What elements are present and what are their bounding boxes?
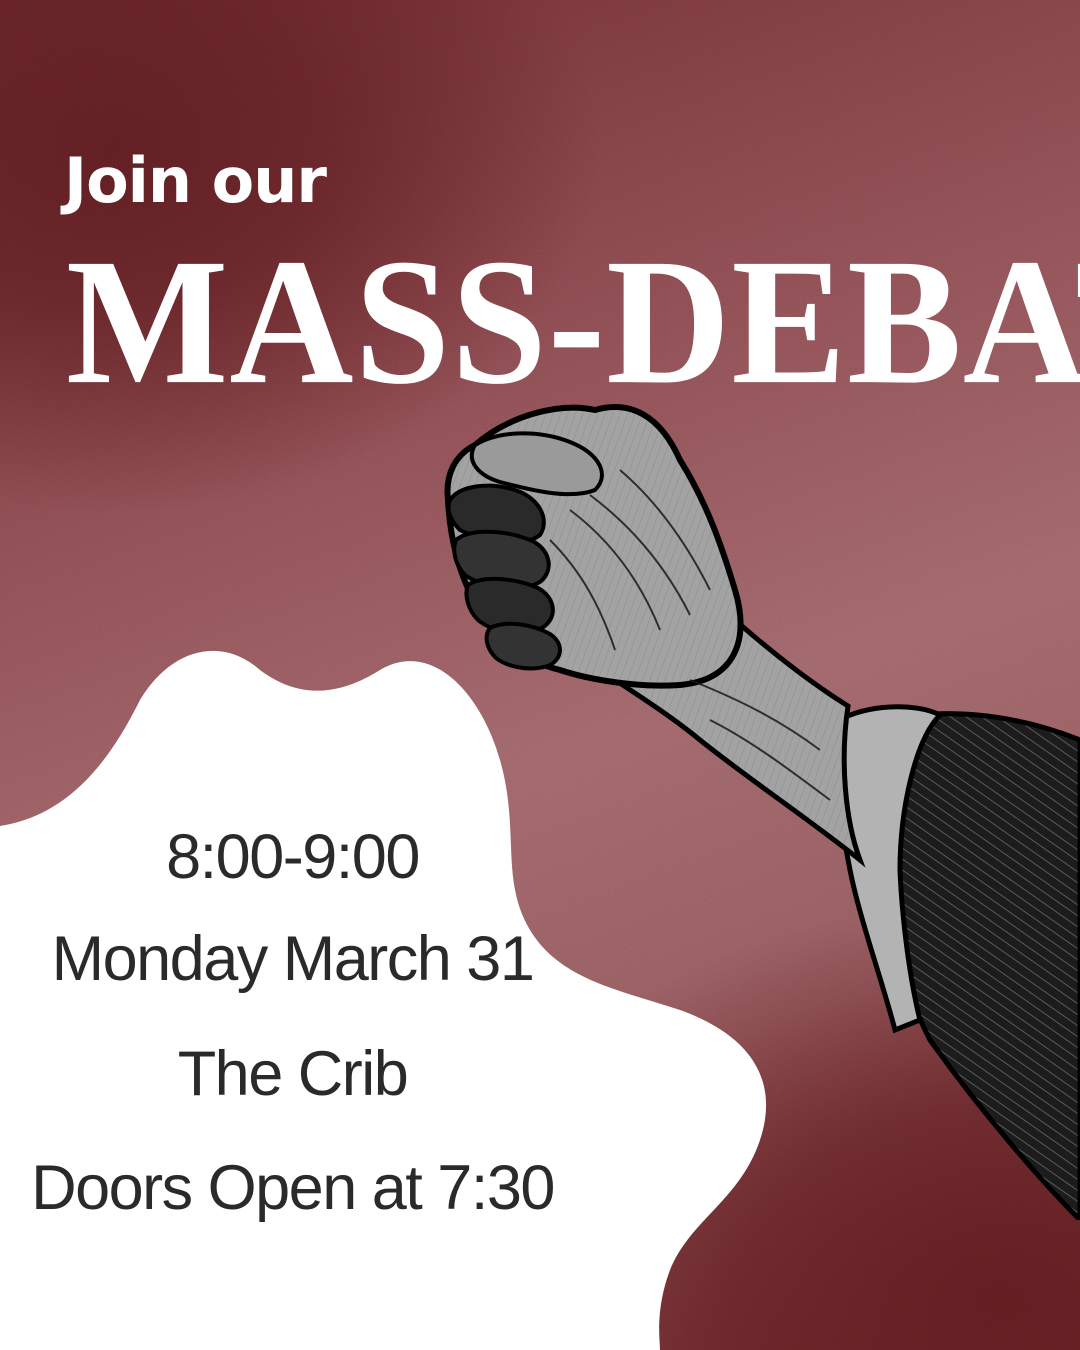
poster: Join our MASS-DEBATE xyxy=(0,0,1080,1350)
event-time: 8:00-9:00 xyxy=(166,822,420,892)
event-date: Monday March 31 xyxy=(51,924,535,994)
event-venue: The Crib xyxy=(177,1039,409,1109)
event-doors: Doors Open at 7:30 xyxy=(31,1153,555,1223)
info-blob xyxy=(0,650,767,1350)
headline-title: MASS-DEBATE xyxy=(66,222,1080,423)
headline-intro: Join our xyxy=(64,144,327,217)
